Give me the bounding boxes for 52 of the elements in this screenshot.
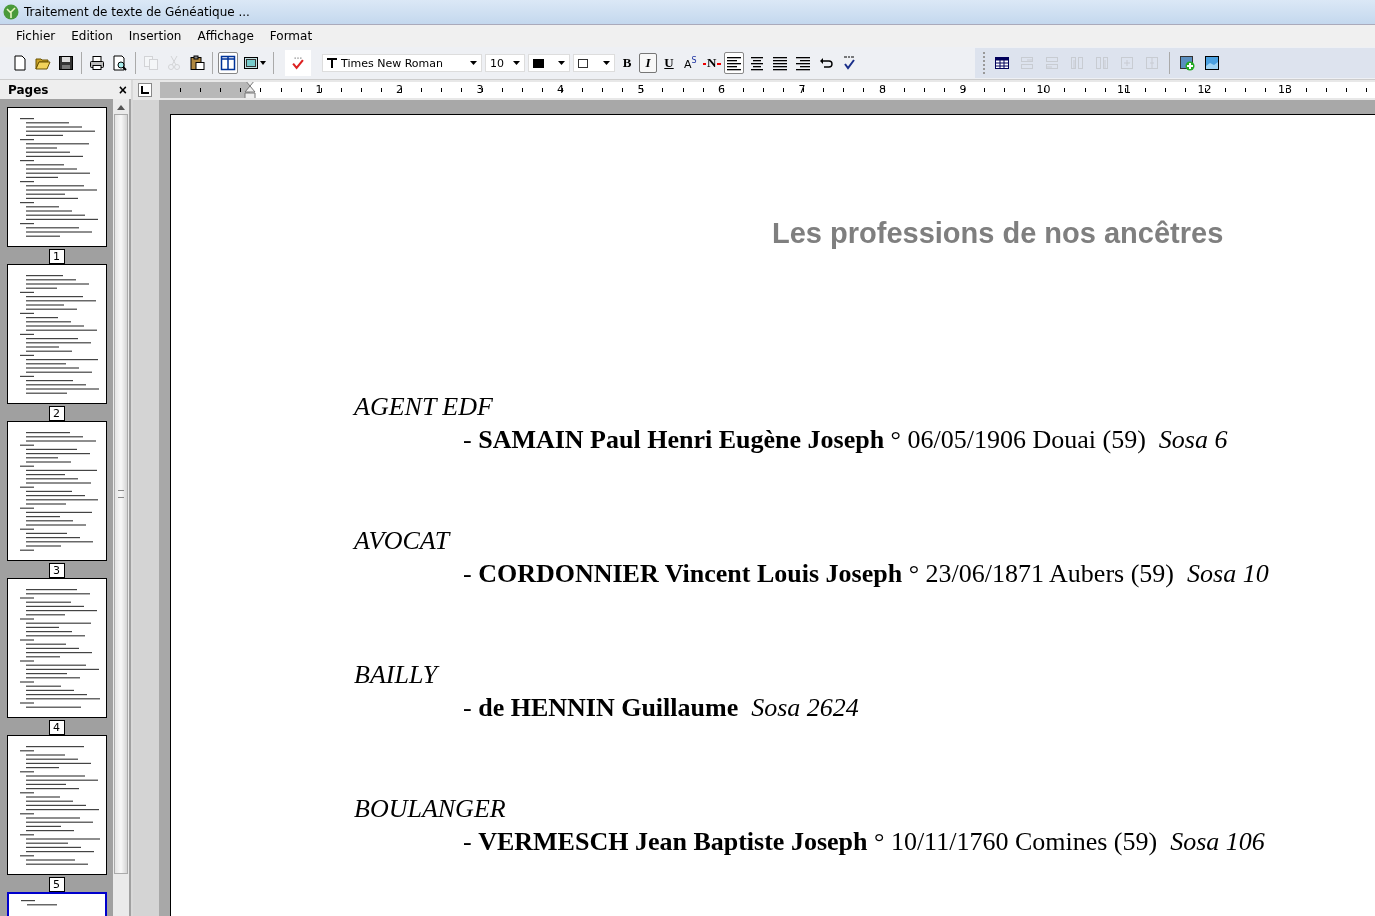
caret-icon [513, 61, 520, 65]
caret-icon [558, 61, 565, 65]
close-button[interactable]: × [118, 82, 127, 97]
page-number: 5 [48, 877, 65, 892]
align-justify-icon [771, 55, 788, 71]
ancestor-line: - VERMESCH Jean Baptiste Joseph ° 10/11/1760 Comines (59) Sosa 106 [462, 826, 1266, 858]
app-logo-icon [3, 4, 19, 20]
page-number: 3 [48, 563, 65, 578]
caret-icon [260, 61, 266, 65]
ruler-number: 11 [1117, 83, 1131, 96]
menu-item[interactable]: Insertion [120, 29, 190, 43]
page-number: 2 [48, 406, 65, 421]
font-dropdown[interactable]: Times New Roman [322, 54, 482, 72]
tab-stop-button[interactable] [138, 83, 152, 97]
spellcheck-button[interactable] [285, 50, 311, 76]
align-right-icon [794, 55, 811, 71]
align-left-button[interactable] [723, 52, 744, 74]
profession-heading: BAILLY [354, 659, 441, 691]
ancestor-line: - de HENNIN Guillaume Sosa 2624 [462, 692, 860, 724]
ruler-number: 13 [1278, 83, 1292, 96]
document-title: Les professions de nos ancêtres [772, 216, 1225, 251]
caret-icon [603, 61, 610, 65]
ruler-number: 1 [315, 83, 323, 96]
ruler-number: 12 [1197, 83, 1212, 96]
menu-item[interactable]: Format [261, 29, 321, 43]
window-title: Traitement de texte de Généatique ... [24, 5, 250, 19]
ruler-number: 2 [396, 83, 403, 96]
profession-heading: BOULANGER [354, 793, 507, 825]
text-color-dropdown[interactable] [528, 54, 570, 72]
underline-button[interactable]: U [660, 53, 678, 73]
menu-item[interactable]: Affichage [189, 29, 262, 43]
align-center-icon [748, 55, 765, 71]
italic-button[interactable]: I [639, 53, 657, 73]
scrollbar[interactable] [113, 99, 129, 916]
menu-item[interactable]: Fichier [8, 29, 64, 43]
ruler-number: 7 [798, 83, 806, 96]
menu-item[interactable]: Edition [63, 29, 121, 43]
page-number: 4 [48, 720, 65, 735]
superscript-button[interactable]: A$^{S}$ [681, 53, 700, 73]
ancestor-line: - CORDONNIER Vincent Louis Joseph ° 23/06/1871 Aubers (59) Sosa 10 [462, 558, 1270, 590]
truetype-icon [327, 58, 337, 68]
ancestor-line: - SAMAIN Paul Henri Eugène Joseph ° 06/05/1906 Douai (59) Sosa 6 [462, 424, 1229, 456]
page-number: 1 [48, 249, 65, 264]
border-dropdown[interactable] [573, 54, 615, 72]
panel-title: Pages [8, 82, 49, 97]
bold-button[interactable]: B [618, 53, 636, 73]
align-left-icon [725, 55, 742, 71]
profession-heading: AVOCAT [354, 525, 452, 557]
caret-icon [470, 61, 477, 65]
scroll-up-icon [117, 105, 125, 110]
profession-heading: AGENT EDF [354, 391, 494, 423]
font-size-dropdown[interactable]: 10 [485, 54, 525, 72]
